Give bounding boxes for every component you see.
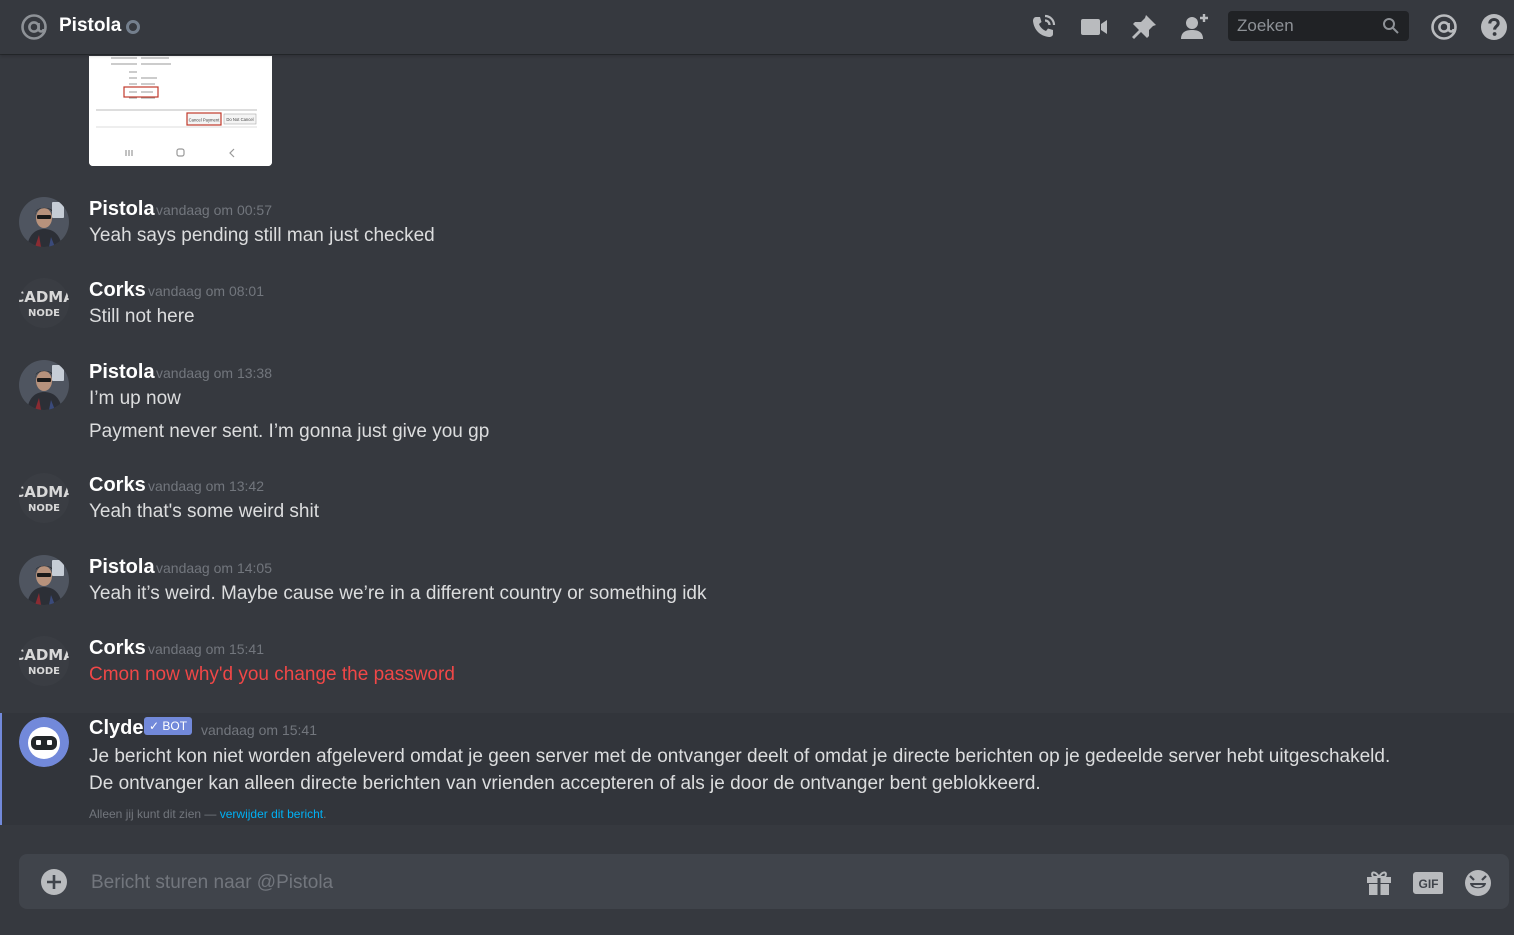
channel-title: Pistola xyxy=(59,15,122,36)
avatar-text: NODE xyxy=(28,503,60,514)
at-icon xyxy=(21,14,47,40)
message-timestamp: vandaag om 14:05 xyxy=(156,560,272,576)
message-content: Yeah says pending still man just checked xyxy=(89,225,435,246)
message-content: Yeah that's some weird shit xyxy=(89,501,319,522)
add-friend-icon[interactable] xyxy=(1179,11,1211,43)
voice-call-icon[interactable] xyxy=(1027,11,1059,43)
avatar[interactable]: CADMA NODE xyxy=(19,278,69,328)
plus-icon[interactable] xyxy=(40,868,68,896)
status-icon xyxy=(126,20,140,34)
ephemeral-suffix: . xyxy=(323,807,327,821)
gift-icon[interactable] xyxy=(1364,867,1394,897)
gif-icon[interactable]: GIF xyxy=(1413,867,1443,897)
clyde-avatar[interactable] xyxy=(19,717,69,767)
search-box[interactable] xyxy=(1228,11,1409,41)
failed-message-content: Cmon now why'd you change the password xyxy=(89,664,455,685)
message-author[interactable]: Corks xyxy=(89,474,146,497)
do-not-cancel-label: Do Not Cancel xyxy=(226,117,253,122)
search-icon xyxy=(1383,18,1399,34)
message-timestamp: vandaag om 15:41 xyxy=(148,641,264,657)
pin-icon[interactable] xyxy=(1128,11,1160,43)
message-author[interactable]: Pistola xyxy=(89,361,155,384)
clyde-system-message: Clyde ✓ BOT vandaag om 15:41 Je bericht … xyxy=(0,713,1514,825)
payment-screenshot-image: Cancel Payment Do Not Cancel xyxy=(89,56,272,166)
message-timestamp: vandaag om 00:57 xyxy=(156,202,272,218)
image-attachment[interactable]: Cancel Payment Do Not Cancel xyxy=(89,56,272,166)
message-author[interactable]: Pistola xyxy=(89,198,155,221)
mention-icon[interactable] xyxy=(1428,11,1460,43)
cancel-payment-label: Cancel Payment xyxy=(189,118,221,123)
message-content: Payment never sent. I’m gonna just give … xyxy=(89,421,490,442)
channel-header: Pistola xyxy=(0,0,1514,54)
message-author[interactable]: Clyde xyxy=(89,717,143,740)
avatar-text: CADMA xyxy=(19,646,69,664)
gif-label: GIF xyxy=(1419,877,1439,891)
message-list[interactable]: Cancel Payment Do Not Cancel Pistola van… xyxy=(0,54,1514,844)
message-input[interactable] xyxy=(89,854,1343,911)
avatar[interactable]: CADMA NODE xyxy=(19,473,69,523)
message-author[interactable]: Corks xyxy=(89,279,146,302)
message-author[interactable]: Corks xyxy=(89,637,146,660)
message-content: Je bericht kon niet worden afgeleverd om… xyxy=(89,746,1391,794)
ephemeral-notice: Alleen jij kunt dit zien — verwijder dit… xyxy=(89,807,326,821)
ephemeral-prefix: Alleen jij kunt dit zien — xyxy=(89,807,217,821)
avatar[interactable]: CADMA NODE xyxy=(19,636,69,686)
message-content: I’m up now xyxy=(89,388,181,409)
bot-badge: ✓ BOT xyxy=(144,717,192,735)
avatar[interactable] xyxy=(19,555,69,605)
video-call-icon[interactable] xyxy=(1078,11,1110,43)
avatar[interactable] xyxy=(19,197,69,247)
message-content: Still not here xyxy=(89,306,195,327)
delete-message-link[interactable]: verwijder dit bericht xyxy=(220,807,323,821)
message-timestamp: vandaag om 13:38 xyxy=(156,365,272,381)
message-timestamp: vandaag om 15:41 xyxy=(201,722,317,738)
search-input[interactable] xyxy=(1228,11,1387,41)
message-timestamp: vandaag om 13:42 xyxy=(148,478,264,494)
avatar-text: NODE xyxy=(28,666,60,677)
message-timestamp: vandaag om 08:01 xyxy=(148,283,264,299)
help-icon[interactable] xyxy=(1478,11,1510,43)
emoji-icon[interactable] xyxy=(1463,867,1493,897)
message-composer: GIF xyxy=(19,854,1509,911)
avatar[interactable] xyxy=(19,360,69,410)
message-author[interactable]: Pistola xyxy=(89,556,155,579)
avatar-text: NODE xyxy=(28,308,60,319)
message-content: Yeah it’s weird. Maybe cause we’re in a … xyxy=(89,583,707,604)
avatar-text: CADMA xyxy=(19,483,69,501)
avatar-text: CADMA xyxy=(19,288,69,306)
